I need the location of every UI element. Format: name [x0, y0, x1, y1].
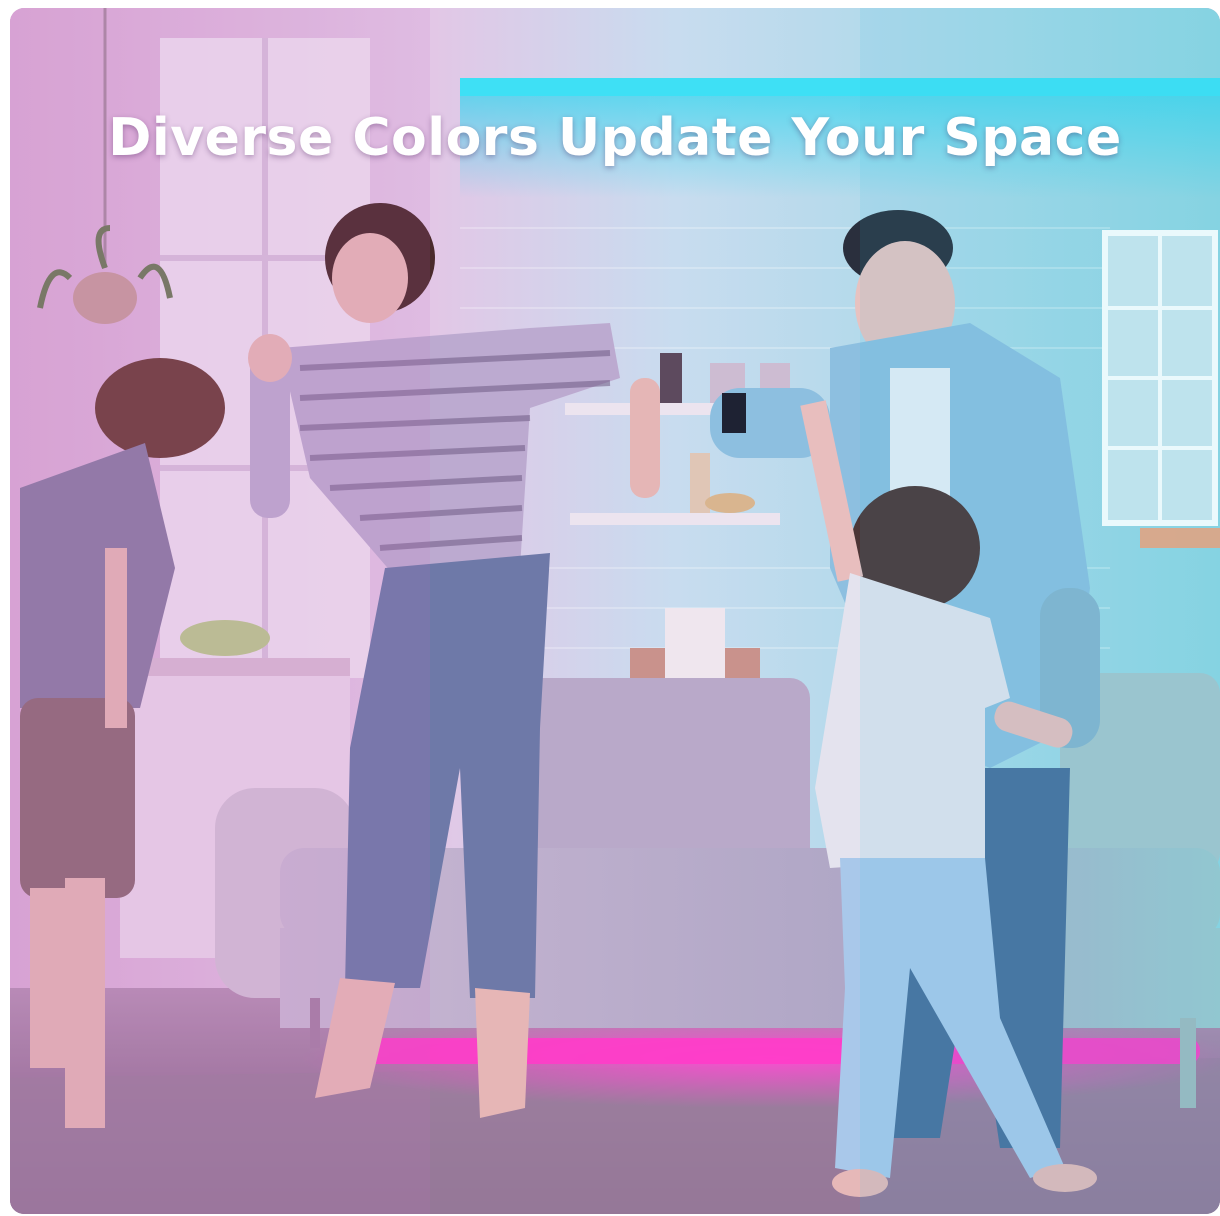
product-image-frame: Diverse Colors Update Your Space [10, 8, 1220, 1214]
smartwatch [722, 393, 746, 433]
cyan-ambient-overlay [860, 8, 1220, 1214]
pink-ambient-overlay [10, 8, 430, 1214]
scene-illustration [10, 8, 1220, 1214]
shelf-lower [570, 513, 780, 525]
living-room-scene: Diverse Colors Update Your Space [10, 8, 1220, 1214]
headline: Diverse Colors Update Your Space [108, 108, 1122, 168]
